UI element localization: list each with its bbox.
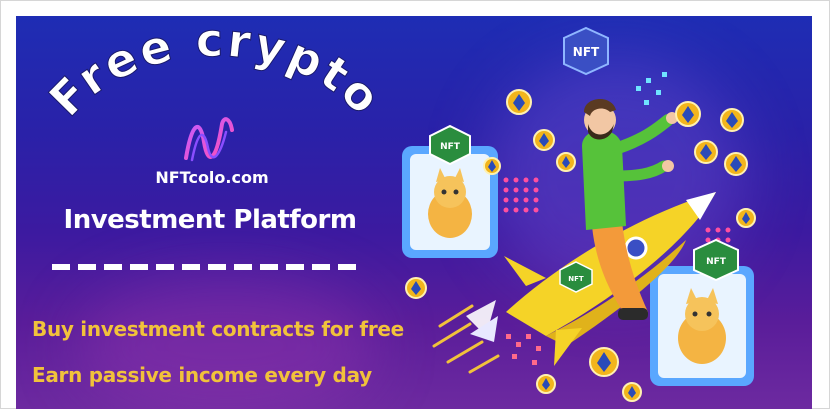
bg-glow	[76, 276, 376, 409]
eth-coin-icon	[536, 374, 556, 394]
eth-coin-icon	[589, 347, 619, 377]
eth-coin-icon	[736, 208, 756, 228]
eth-coin-icon	[533, 129, 555, 151]
eth-coin-icon	[720, 108, 744, 132]
eth-coin-icon	[483, 157, 501, 175]
eth-coin-icon	[724, 152, 748, 176]
nftcolo-logo-icon	[184, 117, 234, 162]
pixel-particles-teal	[636, 72, 667, 105]
eth-coin-icon	[675, 101, 701, 127]
tagline-passive-income: Earn passive income every day	[32, 363, 372, 387]
eth-coin-icon	[556, 152, 576, 172]
eth-coin-icon	[694, 140, 718, 164]
nft-card-right	[650, 266, 754, 386]
eth-coin-icon	[622, 382, 642, 402]
svg-text:NFT: NFT	[706, 257, 727, 267]
dashed-divider	[52, 264, 362, 270]
promo-banner[interactable]: Free crypto NFTcolo.com Investment Platf…	[16, 16, 812, 409]
dot-grid-left	[503, 177, 539, 213]
eth-coin-icon	[506, 89, 532, 115]
svg-text:NFT: NFT	[568, 275, 584, 283]
nft-badge-top: NFT	[563, 26, 609, 76]
crypto-illustration: NFT NFT NFT NFT	[402, 26, 756, 402]
platform-title: Investment Platform	[63, 205, 357, 235]
nft-badge-right: NFT	[693, 238, 739, 282]
site-name[interactable]: NFTcolo.com	[152, 168, 272, 187]
pixel-particles	[506, 334, 541, 365]
headline-text: Free crypto	[39, 16, 393, 127]
eth-coin-icon	[405, 277, 427, 299]
svg-text:NFT: NFT	[440, 142, 461, 152]
svg-text:NFT: NFT	[573, 45, 600, 59]
tagline-buy-contracts: Buy investment contracts for free	[32, 317, 404, 341]
